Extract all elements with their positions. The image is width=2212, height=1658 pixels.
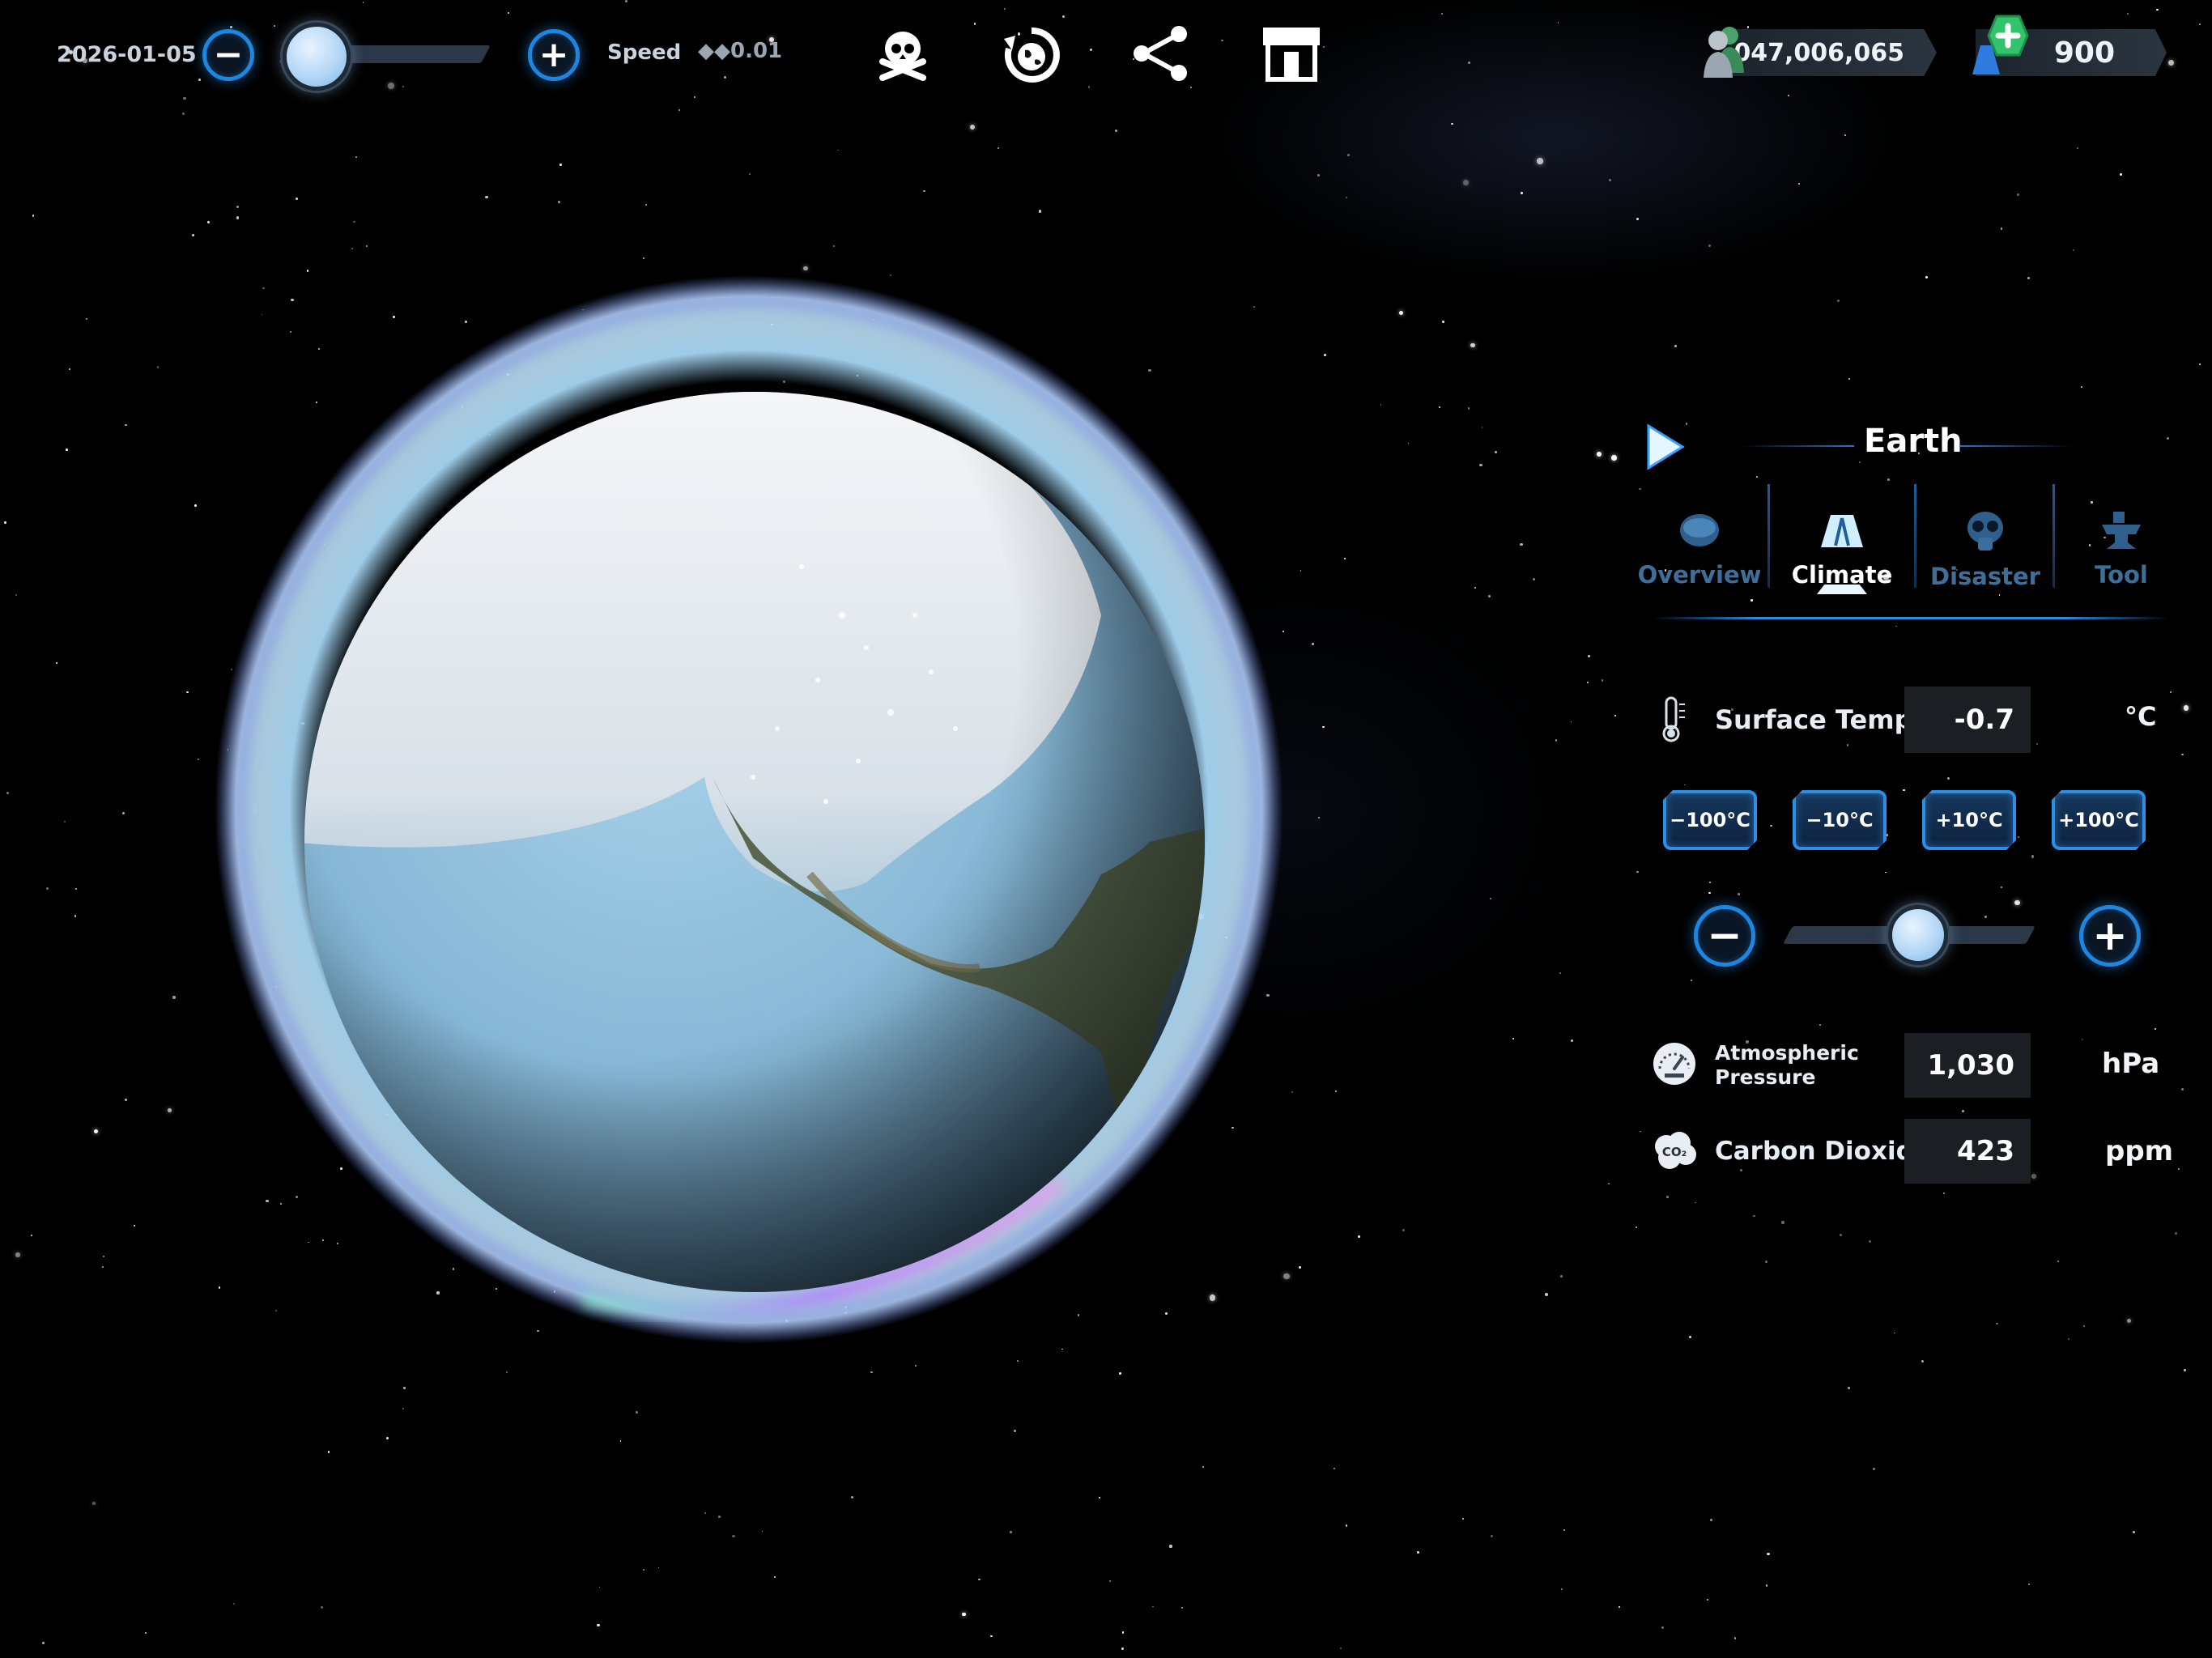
planet-overview-icon <box>1680 514 1719 546</box>
currency-value: 900 <box>2053 36 2115 70</box>
share-icon[interactable] <box>1132 24 1190 83</box>
temp-plus-10-button[interactable]: +10°C <box>1922 790 2016 850</box>
population-icon <box>1704 27 1744 78</box>
thermometer-icon <box>1662 696 1685 742</box>
anvil-tool-icon <box>2102 512 2141 549</box>
speed-label: Speed <box>607 40 682 65</box>
population-counter: 8,047,006,065 <box>1725 29 1937 76</box>
surface-temp-value[interactable]: -0.7 <box>1904 687 2031 753</box>
pressure-gauge-icon <box>1653 1043 1695 1085</box>
currency-flask-icon[interactable] <box>1963 13 2031 81</box>
pressure-value[interactable]: 1,030 <box>1904 1033 2031 1098</box>
tab-disaster-label: Disaster <box>1930 563 2040 590</box>
tabs-underline <box>1652 617 2170 619</box>
minus-icon: − <box>1707 912 1742 960</box>
surface-temp-label: Surface Temp <box>1715 704 1913 735</box>
date-display: 2026-01-05 <box>57 42 197 67</box>
co2-label: Carbon Dioxide <box>1715 1137 1931 1166</box>
pressure-unit: hPa <box>2102 1048 2160 1080</box>
skull-crossbones-icon[interactable] <box>874 26 931 83</box>
climate-icon <box>1821 515 1863 547</box>
zoom-out-button[interactable]: − <box>202 29 254 81</box>
temp-minus-10-button[interactable]: −10°C <box>1793 790 1887 850</box>
zoom-slider-handle[interactable] <box>282 23 351 91</box>
tab-climate-active-indicator <box>1817 585 1867 594</box>
pressure-label: Atmospheric Pressure <box>1715 1041 1859 1090</box>
pressure-label-line2: Pressure <box>1715 1065 1816 1089</box>
panel-title-line-left <box>1741 445 1854 447</box>
tab-overview-label: Overview <box>1637 561 1762 589</box>
tab-overview[interactable]: Overview <box>1631 510 1768 589</box>
tab-separator <box>1767 484 1770 588</box>
gas-mask-icon <box>1967 512 2003 551</box>
temp-increase-button[interactable]: + <box>2079 905 2141 967</box>
tab-tool[interactable]: Tool <box>2057 510 2186 589</box>
tab-disaster[interactable]: Disaster <box>1916 510 2054 590</box>
panel-title-line-right <box>1959 445 2073 447</box>
co2-value[interactable]: 423 <box>1904 1119 2031 1184</box>
pressure-label-line1: Atmospheric <box>1715 1041 1859 1065</box>
tab-climate[interactable]: Climate <box>1773 510 1911 589</box>
rewind-earth-icon[interactable] <box>1001 24 1062 86</box>
plus-icon: + <box>2092 912 2128 960</box>
plus-icon: + <box>538 34 569 75</box>
tab-tool-label: Tool <box>2095 561 2148 589</box>
co2-icon-text: CO₂ <box>1662 1145 1687 1159</box>
minus-icon: − <box>213 34 244 75</box>
tab-separator <box>2052 484 2055 588</box>
co2-unit: ppm <box>2105 1135 2174 1167</box>
temp-slider-handle[interactable] <box>1888 905 1949 965</box>
co2-cloud-icon: CO₂ <box>1655 1132 1696 1169</box>
temp-minus-100-button[interactable]: −100°C <box>1663 790 1757 850</box>
temp-decrease-button[interactable]: − <box>1694 905 1755 967</box>
tab-climate-label: Climate <box>1791 561 1893 589</box>
panel-collapse-play-icon[interactable] <box>1644 423 1686 471</box>
temp-plus-100-button[interactable]: +100°C <box>2052 790 2146 850</box>
surface-temp-unit: °C <box>2125 701 2157 732</box>
zoom-in-button[interactable]: + <box>528 29 580 81</box>
shop-icon[interactable] <box>1260 24 1323 83</box>
panel-title: Earth <box>1864 423 1963 460</box>
speed-value[interactable]: ◆◆0.01 <box>698 39 782 63</box>
